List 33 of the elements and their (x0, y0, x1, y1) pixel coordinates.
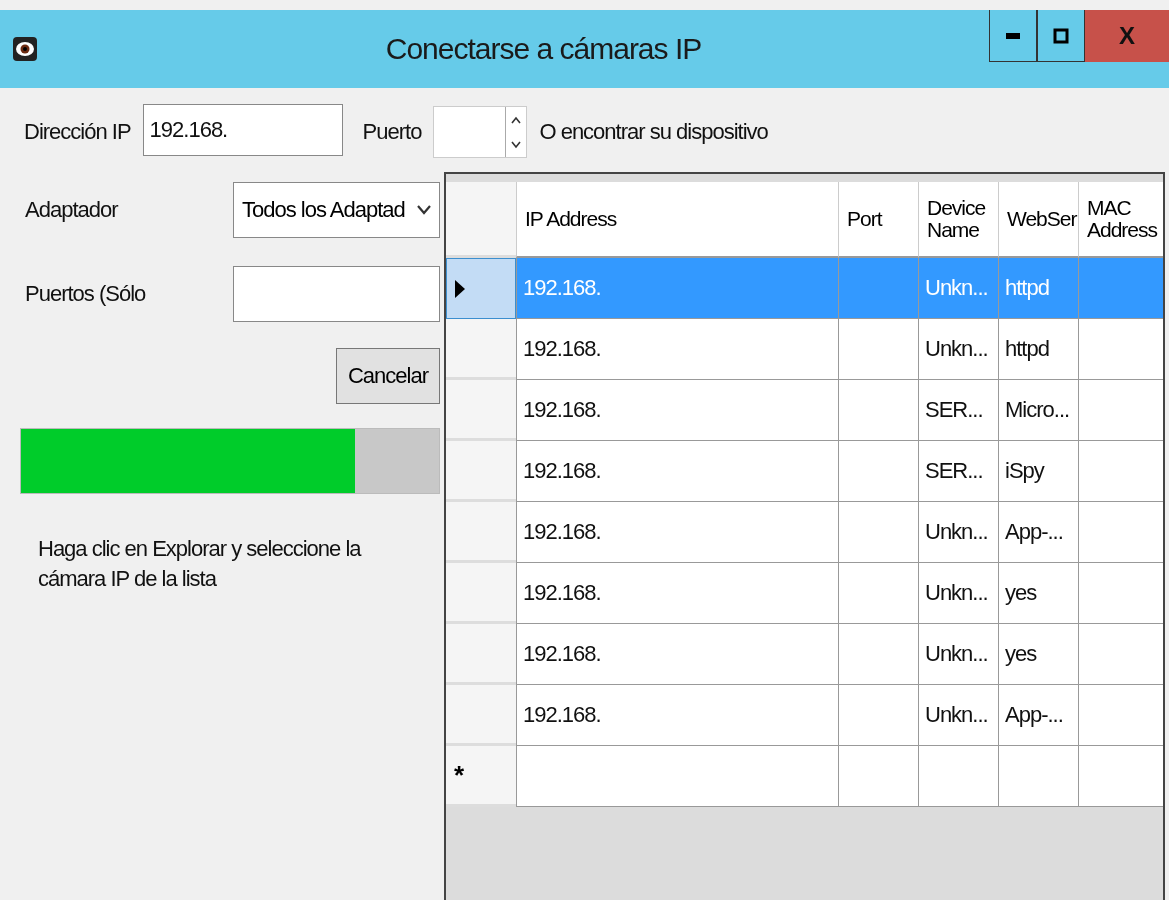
table-cell: 192.168. (516, 258, 838, 319)
maximize-icon (1053, 27, 1069, 44)
minimize-icon (1006, 32, 1020, 39)
window-title: Conectarse a cámaras IP (384, 32, 703, 66)
instruction-text: Haga clic en Explorar y seleccione la cámara IP de la lista (38, 535, 363, 593)
table-row[interactable]: 192.168. Unkn... httpd (446, 319, 1163, 380)
table-row[interactable]: 192.168. Unkn... App-... (446, 502, 1163, 563)
adapter-dropdown[interactable]: Todos los Adaptad (233, 182, 440, 238)
minimize-button[interactable] (989, 10, 1037, 62)
new-row[interactable]: * (446, 746, 1163, 807)
ports-field[interactable] (233, 266, 440, 322)
current-row-icon (455, 279, 465, 298)
table-row[interactable]: 192.168. Unkn... yes (446, 624, 1163, 685)
table-row[interactable]: 192.168. SER... Micro... (446, 380, 1163, 441)
close-button[interactable]: X (1085, 10, 1169, 62)
table-cell: Unkn... (918, 258, 998, 319)
ip-label: Dirección IP (24, 119, 131, 145)
table-row[interactable]: 192.168. Unkn... yes (446, 563, 1163, 624)
table-row[interactable]: 192.168. SER... iSpy (446, 441, 1163, 502)
row-header[interactable] (446, 258, 516, 319)
ip-field[interactable]: 192.168. (142, 104, 343, 156)
adapter-label: Adaptador (25, 197, 118, 223)
cancel-button[interactable]: Cancelar (336, 348, 440, 404)
chevron-down-icon (417, 205, 431, 215)
port-spinner[interactable] (433, 106, 528, 158)
new-row-marker: * (454, 759, 465, 791)
find-device-label: O encontrar su dispositivo (539, 119, 768, 145)
eye-icon (12, 36, 38, 62)
ports-label: Puertos (Sólo (25, 281, 146, 307)
table-row[interactable]: 192.168. Unkn... App-... (446, 685, 1163, 746)
table-cell: httpd (998, 258, 1078, 319)
maximize-button[interactable] (1037, 10, 1085, 62)
port-label: Puerto (362, 119, 422, 145)
